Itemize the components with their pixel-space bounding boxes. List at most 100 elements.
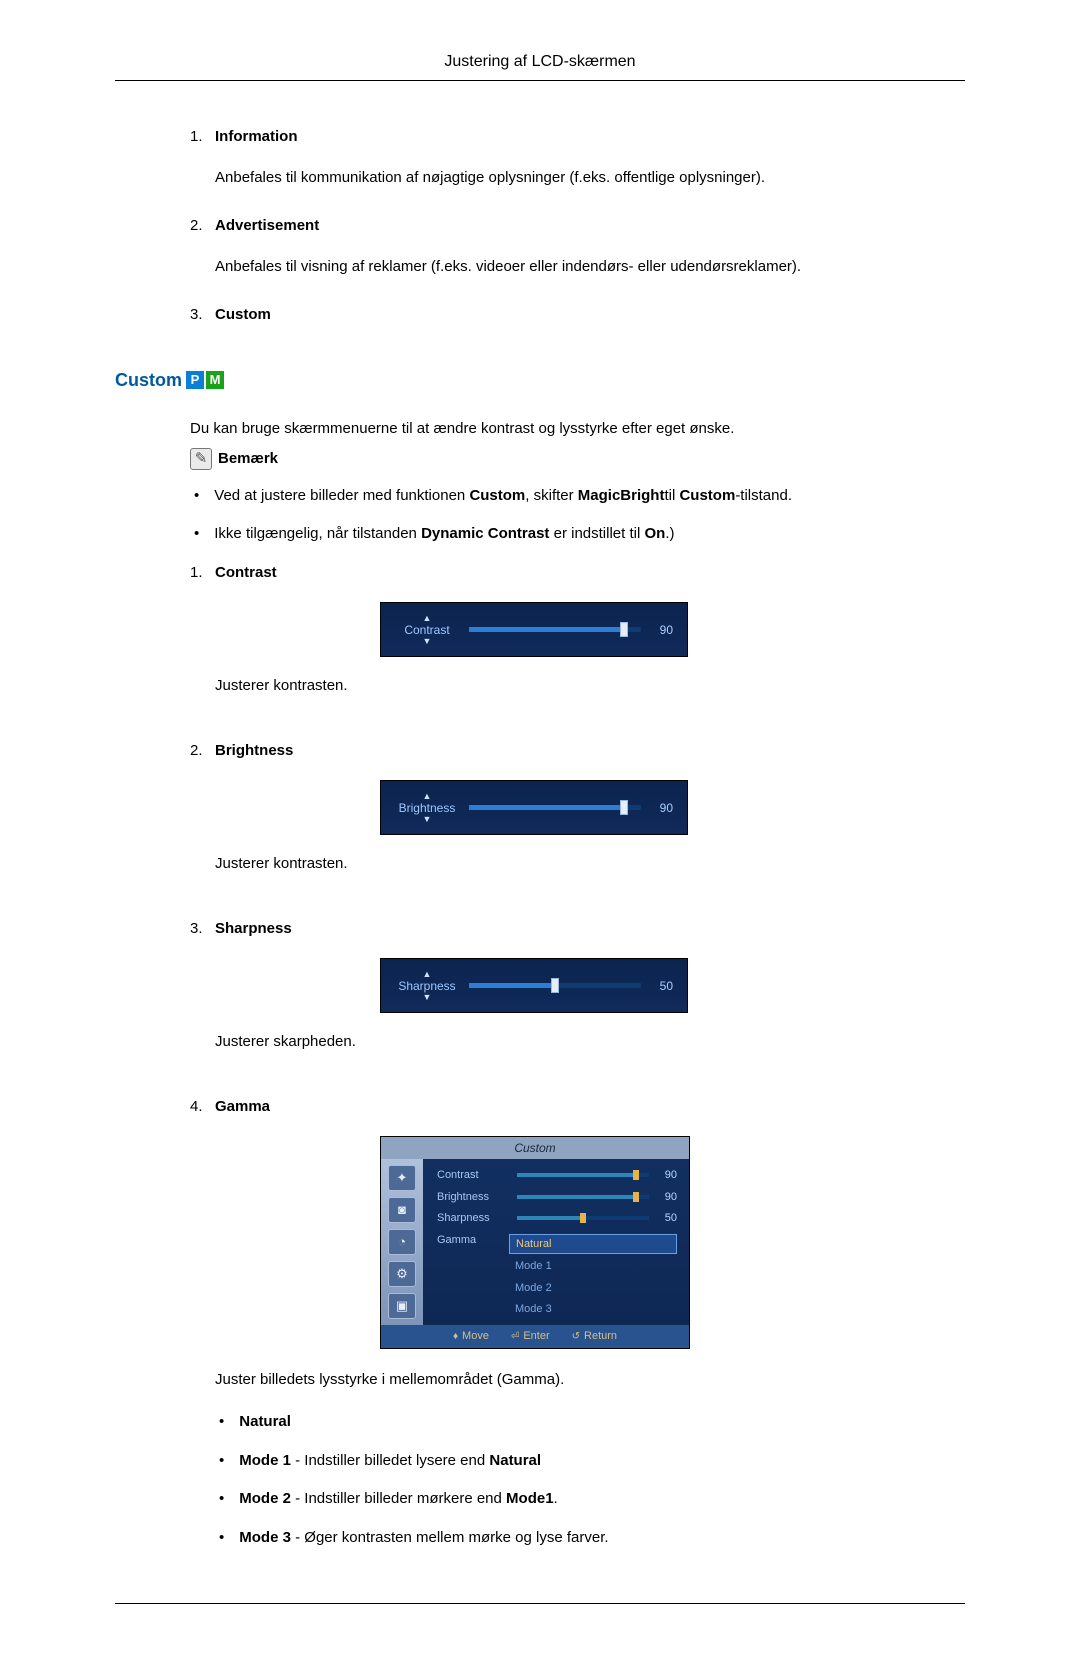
note-icon: ✎: [190, 448, 212, 470]
osd-tab-multi-icon[interactable]: ▣: [388, 1293, 416, 1319]
sharpness-osd[interactable]: ▲ Sharpness ▼ 50: [380, 958, 688, 1013]
contrast-title: Contrast: [215, 562, 965, 585]
sharpness-title: Sharpness: [215, 918, 965, 941]
slider-track[interactable]: [469, 983, 641, 988]
osd-menu-title: Custom: [381, 1137, 689, 1159]
list-number: 3.: [190, 304, 215, 345]
return-icon: ↺: [572, 1329, 580, 1344]
footer-move-label: Move: [462, 1328, 489, 1345]
arrow-up-icon: ▲: [395, 792, 459, 801]
osd-row-label: Contrast: [437, 1167, 509, 1184]
t: On: [644, 525, 665, 542]
slider-fill: [469, 983, 555, 988]
arrow-down-icon: ▼: [395, 637, 459, 646]
page-title: Justering af LCD-skærmen: [115, 50, 965, 81]
arrow-up-icon: ▲: [395, 614, 459, 623]
preset-information-title: Information: [215, 126, 965, 149]
arrow-down-icon: ▼: [395, 815, 459, 824]
slider-value: 50: [657, 1210, 677, 1227]
slider-track[interactable]: [469, 805, 641, 810]
osd-row-brightness[interactable]: Brightness 90: [437, 1189, 677, 1206]
brightness-title: Brightness: [215, 740, 965, 763]
t: -tilstand.: [735, 487, 792, 504]
preset-advertisement-title: Advertisement: [215, 215, 965, 238]
contrast-osd[interactable]: ▲ Contrast ▼ 90: [380, 602, 688, 657]
osd-label: Sharpness: [395, 980, 459, 992]
list-number: 1.: [190, 126, 215, 193]
t: til: [664, 487, 679, 504]
t: Mode 1: [239, 1452, 291, 1469]
section-custom-label: Custom: [115, 367, 182, 394]
slider-value: 90: [657, 1167, 677, 1184]
osd-tab-picture-icon[interactable]: ✦: [388, 1165, 416, 1191]
slider-thumb[interactable]: [551, 978, 559, 993]
enter-icon: ⏎: [511, 1329, 519, 1344]
brightness-desc: Justerer kontrasten.: [215, 853, 965, 876]
preset-advertisement-text: Anbefales til visning af reklamer (f.eks…: [215, 256, 965, 279]
t: - Øger kontrasten mellem mørke og lyse f…: [291, 1529, 609, 1546]
osd-sidebar: ✦ ◙ ◔ ⚙ ▣: [381, 1159, 423, 1325]
list-number: 4.: [190, 1096, 215, 1566]
gamma-option-mode1[interactable]: Mode 1: [509, 1257, 677, 1276]
slider-thumb[interactable]: [620, 800, 628, 815]
t: .): [665, 525, 674, 542]
slider-track[interactable]: [517, 1195, 649, 1199]
footer-return-label: Return: [584, 1328, 617, 1345]
t: Custom: [469, 487, 525, 504]
footer-enter-label: Enter: [523, 1328, 549, 1345]
badge-m-icon: M: [206, 371, 224, 389]
slider-value: 90: [657, 1189, 677, 1206]
badge-p-icon: P: [186, 371, 204, 389]
slider-thumb[interactable]: [620, 622, 628, 637]
gamma-option-mode3[interactable]: Mode 3: [509, 1300, 677, 1319]
preset-custom-title: Custom: [215, 304, 965, 327]
gamma-title: Gamma: [215, 1096, 965, 1119]
custom-intro-text: Du kan bruge skærmmenuerne til at ændre …: [190, 418, 965, 441]
note-list: Ved at justere billeder med funktionen C…: [194, 485, 965, 546]
t: Mode 3: [239, 1529, 291, 1546]
list-number: 3.: [190, 918, 215, 1074]
custom-settings-list: 1. Contrast ▲ Contrast ▼ 90 Justerer kon…: [190, 562, 965, 1566]
t: Mode 2: [239, 1490, 291, 1507]
osd-tab-time-icon[interactable]: ◔: [388, 1229, 416, 1255]
list-number: 1.: [190, 562, 215, 718]
osd-label: Contrast: [395, 624, 459, 636]
t: Ikke tilgængelig, når tilstanden: [214, 525, 421, 542]
osd-row-sharpness[interactable]: Sharpness 50: [437, 1210, 677, 1227]
list-item: Mode 3 - Øger kontrasten mellem mørke og…: [219, 1527, 965, 1550]
slider-fill: [469, 805, 624, 810]
t: Custom: [679, 487, 735, 504]
pm-badge: P M: [186, 371, 224, 389]
slider-track[interactable]: [517, 1173, 649, 1177]
arrow-down-icon: ▼: [395, 993, 459, 1002]
t: Mode1: [506, 1490, 554, 1507]
gamma-option-mode2[interactable]: Mode 2: [509, 1279, 677, 1298]
osd-row-gamma[interactable]: Gamma Natural Mode 1 Mode 2 Mode 3: [437, 1232, 677, 1319]
slider-value: 90: [651, 621, 673, 639]
t: er indstillet til: [549, 525, 644, 542]
osd-label: Brightness: [395, 802, 459, 814]
t: Ved at justere billeder med funktionen: [214, 487, 469, 504]
gamma-osd-menu[interactable]: Custom ✦ ◙ ◔ ⚙ ▣ Contrast: [380, 1136, 690, 1349]
t: MagicBright: [578, 487, 665, 504]
osd-footer: ♦ Move ⏎ Enter ↺ Return: [381, 1325, 689, 1348]
brightness-osd[interactable]: ▲ Brightness ▼ 90: [380, 780, 688, 835]
gamma-desc: Juster billedets lysstyrke i mellemområd…: [215, 1369, 965, 1392]
note-item: Ved at justere billeder med funktionen C…: [194, 485, 965, 508]
note-label: Bemærk: [218, 448, 278, 471]
t: Natural: [239, 1413, 291, 1430]
list-item: Natural: [219, 1411, 965, 1434]
t: - Indstiller billeder mørkere end: [291, 1490, 506, 1507]
osd-row-label: Sharpness: [437, 1210, 509, 1227]
gamma-option-natural[interactable]: Natural: [509, 1234, 677, 1255]
slider-fill: [469, 627, 624, 632]
osd-tab-display-icon[interactable]: ◙: [388, 1197, 416, 1223]
note-item: Ikke tilgængelig, når tilstanden Dynamic…: [194, 523, 965, 546]
t: - Indstiller billedet lysere end: [291, 1452, 489, 1469]
osd-row-contrast[interactable]: Contrast 90: [437, 1167, 677, 1184]
move-icon: ♦: [453, 1329, 458, 1344]
osd-tab-setup-icon[interactable]: ⚙: [388, 1261, 416, 1287]
slider-track[interactable]: [517, 1216, 649, 1220]
contrast-desc: Justerer kontrasten.: [215, 675, 965, 698]
slider-track[interactable]: [469, 627, 641, 632]
